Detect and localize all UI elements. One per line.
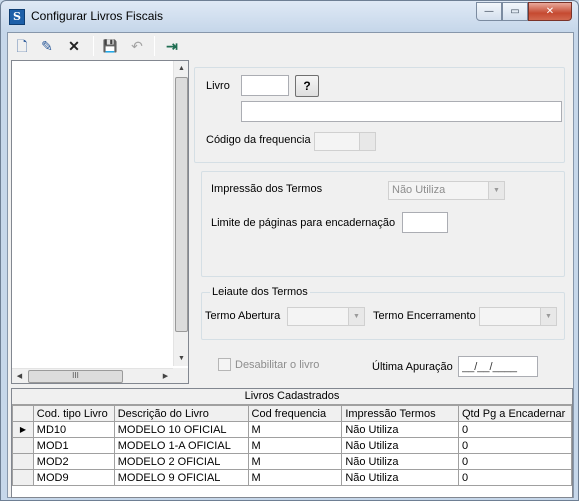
app-icon: S xyxy=(9,9,25,25)
chevron-down-icon xyxy=(359,133,375,150)
row-indicator[interactable] xyxy=(12,453,34,470)
main-window: S Configurar Livros Fiscais — ▭ ✕ 🗋 ✎ ✕ … xyxy=(0,0,579,501)
edit-icon[interactable]: ✎ xyxy=(37,36,57,56)
grid-caption: Livros Cadastrados xyxy=(12,389,572,405)
livros-grid[interactable]: Livros Cadastrados Cod. tipo Livro Descr… xyxy=(11,388,573,498)
encerramento-combo[interactable]: ▼ xyxy=(479,307,557,326)
table-cell[interactable]: Não Utiliza xyxy=(341,469,459,486)
table-row[interactable]: MOD9 MODELO 9 OFICIAL M Não Utiliza 0 xyxy=(12,469,572,486)
row-indicator-header xyxy=(12,405,34,422)
scroll-right-icon[interactable]: ▶ xyxy=(158,369,173,384)
table-cell[interactable]: MODELO 2 OFICIAL xyxy=(113,453,249,470)
livro-label: Livro xyxy=(206,80,230,92)
table-cell[interactable]: M xyxy=(247,421,343,438)
table-header-row: Cod. tipo Livro Descrição do Livro Cod f… xyxy=(12,405,572,422)
livros-table: Cod. tipo Livro Descrição do Livro Cod f… xyxy=(12,405,572,486)
minimize-button[interactable]: — xyxy=(476,2,502,21)
table-cell[interactable]: M xyxy=(247,437,343,454)
table-cell[interactable]: 0 xyxy=(458,421,572,438)
abertura-combo[interactable]: ▼ xyxy=(287,307,365,326)
livro-lookup-button[interactable]: ? xyxy=(295,75,319,97)
column-header[interactable]: Qtd Pg a Encadernar xyxy=(458,405,572,422)
toolbar-separator xyxy=(154,36,155,56)
encerramento-label: Termo Encerramento xyxy=(373,310,476,322)
leiaute-title: Leiaute dos Termos xyxy=(210,286,310,298)
limite-input[interactable] xyxy=(402,212,448,233)
save-icon[interactable]: 💾 xyxy=(100,36,120,56)
client-area: 🗋 ✎ ✕ 💾 ↶ ⇥ ▲ ▼ ◀ III ▶ Livro ? Código d… xyxy=(7,32,574,498)
livro-description-input[interactable] xyxy=(241,101,562,122)
table-row[interactable]: MOD1 MODELO 1-A OFICIAL M Não Utiliza 0 xyxy=(12,437,572,454)
exit-icon[interactable]: ⇥ xyxy=(162,36,182,56)
delete-icon[interactable]: ✕ xyxy=(64,36,84,56)
column-header[interactable]: Impressão Termos xyxy=(341,405,459,422)
book-tree-panel[interactable]: ▲ ▼ ◀ III ▶ xyxy=(11,60,189,384)
scroll-left-icon[interactable]: ◀ xyxy=(12,369,27,384)
chevron-down-icon: ▼ xyxy=(348,308,364,325)
table-cell[interactable]: Não Utiliza xyxy=(341,437,459,454)
impressao-label: Impressão dos Termos xyxy=(211,183,323,195)
row-indicator[interactable] xyxy=(12,437,34,454)
toolbar-separator xyxy=(93,36,94,56)
frequency-combo[interactable] xyxy=(314,132,376,151)
row-indicator[interactable] xyxy=(12,469,34,486)
horizontal-scrollbar[interactable]: ◀ III ▶ xyxy=(12,368,173,383)
close-button[interactable]: ✕ xyxy=(528,2,572,21)
table-cell[interactable]: Não Utiliza xyxy=(341,421,459,438)
impressao-combo[interactable]: Não Utiliza ▼ xyxy=(388,181,505,200)
desabilitar-checkbox[interactable] xyxy=(218,358,231,371)
ultima-apuracao-input[interactable] xyxy=(458,356,538,377)
chevron-down-icon: ▼ xyxy=(540,308,556,325)
table-row[interactable]: MOD2 MODELO 2 OFICIAL M Não Utiliza 0 xyxy=(12,453,572,470)
vertical-scrollbar[interactable]: ▲ ▼ xyxy=(173,61,188,366)
column-header[interactable]: Descrição do Livro xyxy=(113,405,249,422)
table-cell[interactable]: MODELO 1-A OFICIAL xyxy=(113,437,249,454)
impressao-value: Não Utiliza xyxy=(392,184,446,196)
table-cell[interactable]: MOD2 xyxy=(32,453,115,470)
current-row-icon: ▶ xyxy=(12,421,34,438)
table-cell[interactable]: MODELO 10 OFICIAL xyxy=(113,421,249,438)
table-cell[interactable]: MODELO 9 OFICIAL xyxy=(113,469,249,486)
scroll-corner xyxy=(173,368,188,383)
ultima-apuracao-label: Última Apuração xyxy=(372,361,453,373)
column-header[interactable]: Cod. tipo Livro xyxy=(32,405,115,422)
undo-icon[interactable]: ↶ xyxy=(127,36,147,56)
table-cell[interactable]: 0 xyxy=(458,453,572,470)
vertical-scroll-thumb[interactable] xyxy=(175,77,188,332)
abertura-label: Termo Abertura xyxy=(205,310,281,322)
table-cell[interactable]: M xyxy=(247,469,343,486)
table-cell[interactable]: 0 xyxy=(458,469,572,486)
new-icon[interactable]: 🗋 xyxy=(12,36,32,56)
table-cell[interactable]: MOD1 xyxy=(32,437,115,454)
scroll-down-icon[interactable]: ▼ xyxy=(174,351,189,366)
chevron-down-icon: ▼ xyxy=(488,182,504,199)
column-header[interactable]: Cod frequencia xyxy=(247,405,343,422)
maximize-button[interactable]: ▭ xyxy=(502,2,528,21)
toolbar: 🗋 ✎ ✕ 💾 ↶ ⇥ xyxy=(8,33,573,59)
table-row[interactable]: ▶ MD10 MODELO 10 OFICIAL M Não Utiliza 0 xyxy=(12,421,572,438)
table-cell[interactable]: M xyxy=(247,453,343,470)
livro-code-input[interactable] xyxy=(241,75,289,96)
table-cell[interactable]: MOD9 xyxy=(32,469,115,486)
table-cell[interactable]: Não Utiliza xyxy=(341,453,459,470)
window-title: Configurar Livros Fiscais xyxy=(31,9,164,23)
frequency-label: Código da frequencia xyxy=(206,134,311,146)
table-cell[interactable]: 0 xyxy=(458,437,572,454)
limite-label: Limite de páginas para encadernação xyxy=(211,217,396,229)
title-bar[interactable]: S Configurar Livros Fiscais — ▭ ✕ xyxy=(1,1,578,31)
desabilitar-label: Desabilitar o livro xyxy=(235,359,320,371)
scroll-up-icon[interactable]: ▲ xyxy=(174,61,189,76)
horizontal-scroll-thumb[interactable]: III xyxy=(28,370,123,383)
table-cell[interactable]: MD10 xyxy=(32,421,115,438)
